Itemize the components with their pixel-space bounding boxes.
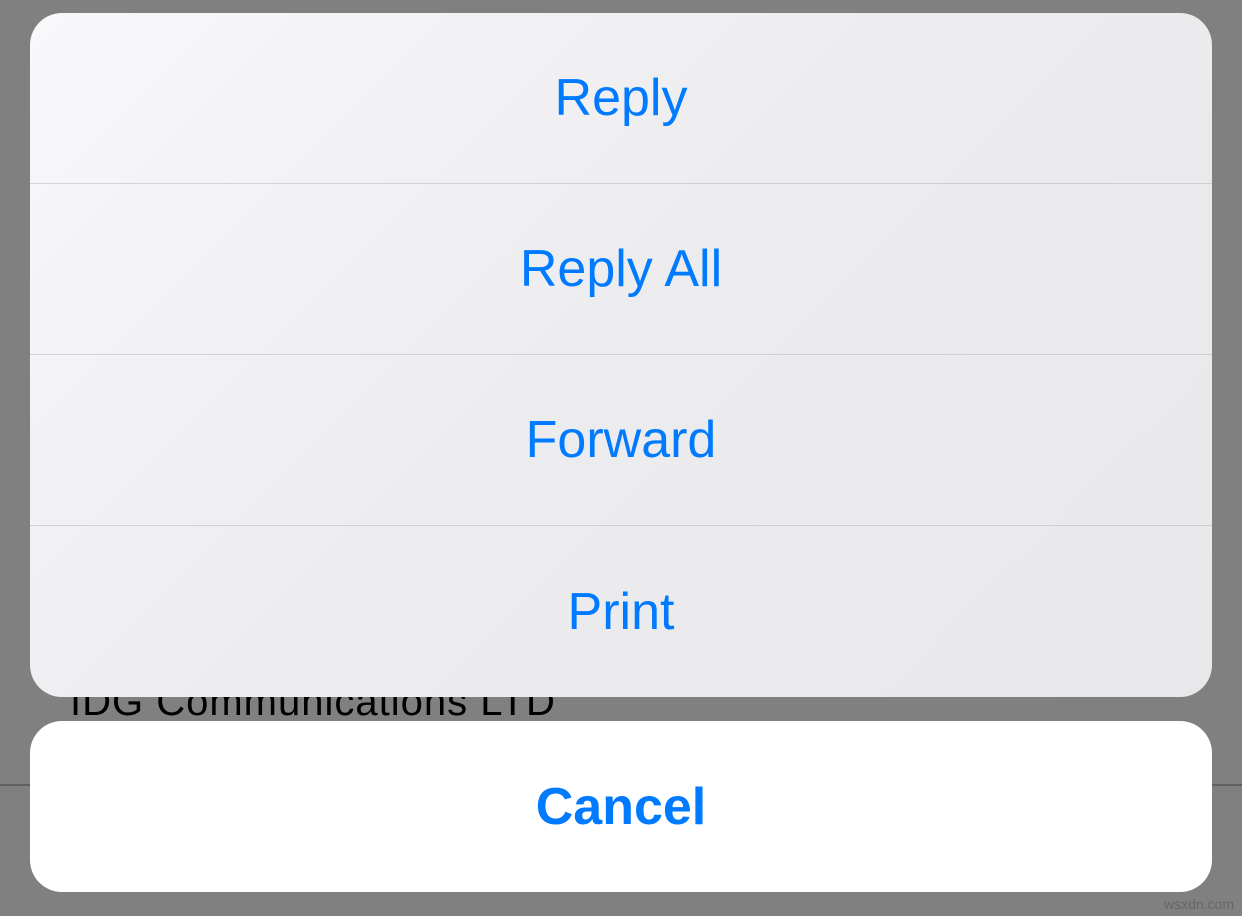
reply-all-button[interactable]: Reply All xyxy=(30,184,1212,355)
forward-label: Forward xyxy=(526,410,717,470)
forward-button[interactable]: Forward xyxy=(30,355,1212,526)
action-sheet-options-group: Reply Reply All Forward Print xyxy=(30,13,1212,697)
print-button[interactable]: Print xyxy=(30,526,1212,697)
reply-all-label: Reply All xyxy=(520,239,722,299)
reply-label: Reply xyxy=(555,68,688,128)
cancel-label: Cancel xyxy=(536,777,707,837)
action-sheet-cancel-group: Cancel xyxy=(30,721,1212,892)
print-label: Print xyxy=(568,582,675,642)
cancel-button[interactable]: Cancel xyxy=(30,721,1212,892)
action-sheet: Reply Reply All Forward Print Cancel xyxy=(30,13,1212,892)
reply-button[interactable]: Reply xyxy=(30,13,1212,184)
watermark-text: wsxdn.com xyxy=(1164,896,1234,912)
